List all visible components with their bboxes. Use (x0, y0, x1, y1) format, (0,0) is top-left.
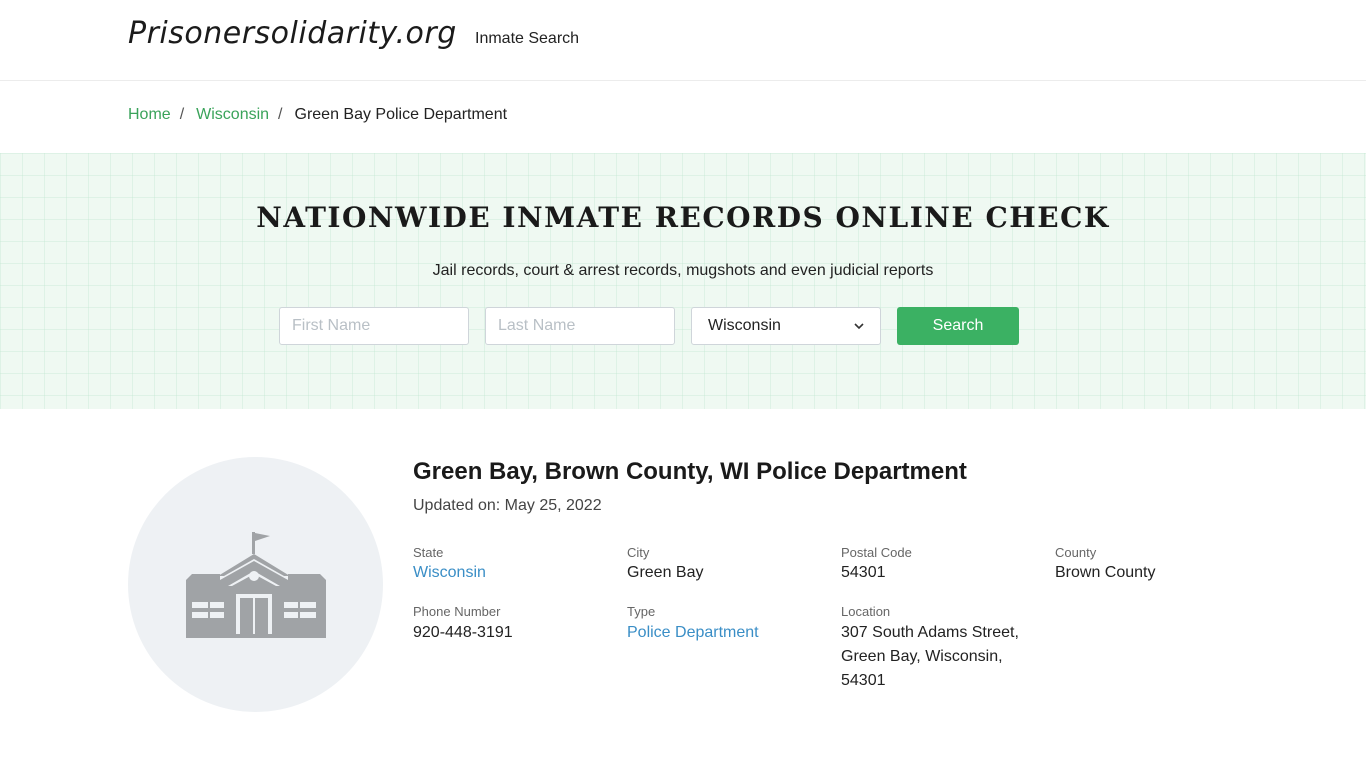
phone-label: Phone Number (413, 604, 501, 619)
breadcrumb-separator: / (179, 106, 185, 123)
city-value: Green Bay (627, 564, 704, 581)
state-value-link[interactable]: Wisconsin (413, 561, 486, 585)
search-button[interactable]: Search (897, 307, 1019, 345)
location-line: Green Bay, Wisconsin, (841, 648, 1003, 665)
county-value: Brown County (1055, 564, 1156, 581)
search-hero: NATIONWIDE INMATE RECORDS ONLINE CHECK J… (0, 153, 1366, 409)
updated-label: Updated on: (413, 497, 501, 514)
hero-subtitle: Jail records, court & arrest records, mu… (432, 262, 934, 279)
state-select-value: Wisconsin (708, 317, 781, 334)
search-form: Wisconsin Search (279, 307, 1019, 345)
site-logo[interactable]: Prisonersolidarity.org (128, 16, 457, 51)
facility-avatar (128, 457, 383, 712)
first-name-input[interactable] (279, 307, 469, 345)
updated-value: May 25, 2022 (504, 497, 602, 514)
state-select[interactable]: Wisconsin (691, 307, 881, 345)
location-line: 54301 (841, 672, 886, 689)
location-label: Location (841, 604, 891, 619)
phone-value: 920-448-3191 (413, 624, 513, 641)
state-label: State (413, 545, 444, 560)
nav-inmate-search[interactable]: Inmate Search (475, 30, 579, 48)
type-label: Type (627, 604, 656, 619)
breadcrumb-state[interactable]: Wisconsin (196, 106, 269, 124)
facility-title: Green Bay, Brown County, WI Police Depar… (413, 458, 967, 485)
hero-title: NATIONWIDE INMATE RECORDS ONLINE CHECK (256, 201, 1110, 234)
type-value-link[interactable]: Police Department (627, 621, 759, 645)
county-label: County (1055, 545, 1097, 560)
city-label: City (627, 545, 650, 560)
breadcrumb: Home / Wisconsin / Green Bay Police Depa… (128, 106, 507, 124)
updated-date: Updated on: May 25, 2022 (413, 497, 602, 515)
breadcrumb-home[interactable]: Home (128, 106, 171, 124)
breadcrumb-separator: / (278, 106, 283, 123)
chevron-down-icon (854, 323, 864, 330)
location-value: 307 South Adams Street, Green Bay, Wisco… (841, 621, 1019, 693)
location-line: 307 South Adams Street, (841, 624, 1019, 641)
site-header: Prisonersolidarity.org Inmate Search (0, 0, 1366, 81)
breadcrumb-current: Green Bay Police Department (294, 106, 508, 123)
building-icon (183, 531, 328, 638)
postal-code-label: Postal Code (841, 545, 912, 560)
last-name-input[interactable] (485, 307, 675, 345)
postal-code-value: 54301 (841, 564, 886, 581)
